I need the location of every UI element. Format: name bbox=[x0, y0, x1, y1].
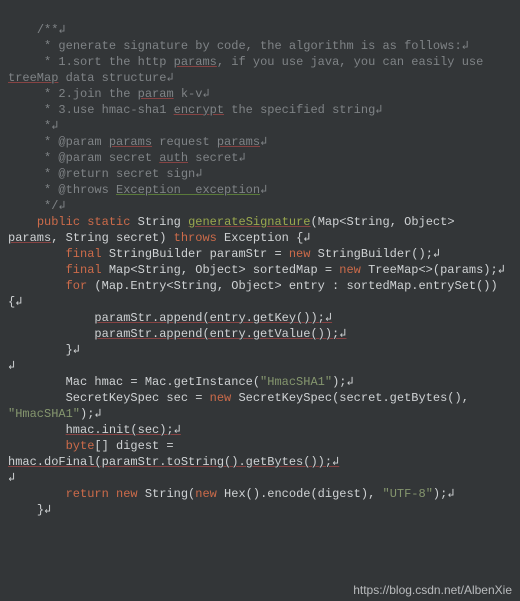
code-line: hmac.init(sec);↲ bbox=[8, 423, 181, 437]
comment-line: * generate signature by code, the algori… bbox=[8, 39, 469, 53]
code-line: byte[] digest = bbox=[8, 439, 181, 453]
code-line: Mac hmac = Mac.getInstance("HmacSHA1");↲ bbox=[8, 375, 354, 389]
comment-line: *↲ bbox=[8, 119, 58, 133]
comment-line: treeMap data structure↲ bbox=[8, 71, 174, 85]
comment-line: * 3.use hmac-sha1 encrypt the specified … bbox=[8, 103, 383, 117]
code-line: SecretKeySpec sec = new SecretKeySpec(se… bbox=[8, 391, 476, 405]
comment-line: * 1.sort the http params, if you use jav… bbox=[8, 55, 491, 69]
code-line: paramStr.append(entry.getValue());↲ bbox=[8, 327, 347, 341]
comment-line: /**↲ bbox=[8, 23, 66, 37]
code-line: }↲ bbox=[8, 343, 80, 357]
code-line: "HmacSHA1");↲ bbox=[8, 407, 102, 421]
comment-line: * @return secret sign↲ bbox=[8, 167, 202, 181]
code-line: final StringBuilder paramStr = new Strin… bbox=[8, 247, 440, 261]
comment-line: * @param secret auth secret↲ bbox=[8, 151, 246, 165]
comment-line: * 2.join the param k-v↲ bbox=[8, 87, 210, 101]
code-line: return new String(new Hex().encode(diges… bbox=[8, 487, 455, 501]
code-line: final Map<String, Object> sortedMap = ne… bbox=[8, 263, 505, 277]
comment-line: * @throws Exception exception↲ bbox=[8, 183, 267, 197]
code-line: }↲ bbox=[8, 503, 51, 517]
code-line: hmac.doFinal(paramStr.toString().getByte… bbox=[8, 455, 339, 469]
watermark-text: https://blog.csdn.net/AlbenXie bbox=[353, 583, 512, 597]
comment-line: */↲ bbox=[8, 199, 66, 213]
code-line: ↲ bbox=[8, 359, 15, 373]
code-line: ↲ bbox=[8, 471, 15, 485]
code-line: for (Map.Entry<String, Object> entry : s… bbox=[8, 279, 505, 309]
comment-line: * @param params request params↲ bbox=[8, 135, 267, 149]
code-line: paramStr.append(entry.getKey());↲ bbox=[8, 311, 332, 325]
code-block: /**↲ * generate signature by code, the a… bbox=[0, 0, 520, 524]
code-line: public static String generateSignature(M… bbox=[8, 215, 462, 229]
code-line: params, String secret) throws Exception … bbox=[8, 231, 311, 245]
